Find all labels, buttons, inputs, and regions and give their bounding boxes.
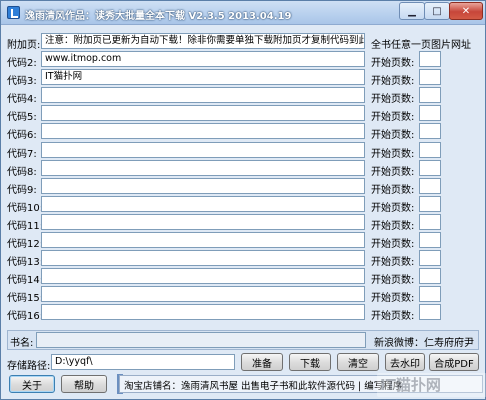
start-page-label: 开始页数: xyxy=(371,94,415,105)
start-page-label: 开始页数: xyxy=(371,185,415,196)
code-label: 代码14: xyxy=(7,275,44,286)
code-label: 代码3: xyxy=(7,76,37,87)
start-page-input[interactable] xyxy=(419,304,441,320)
book-name-input[interactable] xyxy=(36,332,366,348)
code-input[interactable] xyxy=(41,232,365,248)
start-page-label: 开始页数: xyxy=(371,221,415,232)
code-input[interactable] xyxy=(41,105,365,121)
attach-input[interactable]: 注意：附加页已更新为自动下载！除非你需要单独下载附加页才复制代码到此 xyxy=(41,33,365,49)
weibo-text: 新浪微博：仁寿府府尹 xyxy=(374,338,474,349)
maximize-icon: □ xyxy=(432,5,442,17)
code-input[interactable] xyxy=(41,178,365,194)
start-page-label: 开始页数: xyxy=(371,275,415,286)
code-label: 代码2: xyxy=(7,58,37,69)
image-url-header: 全书任意一页图片网址 xyxy=(371,40,471,51)
close-icon: ✕ xyxy=(461,5,471,17)
start-page-label: 开始页数: xyxy=(371,257,415,268)
code-input[interactable] xyxy=(41,286,365,302)
start-page-input[interactable] xyxy=(419,123,441,139)
code-label: 代码15: xyxy=(7,293,44,304)
code-label: 代码9: xyxy=(7,185,37,196)
code-input[interactable] xyxy=(41,304,365,320)
attach-label: 附加页: xyxy=(7,40,41,51)
app-icon xyxy=(7,6,20,19)
code-label: 代码5: xyxy=(7,112,37,123)
start-page-input[interactable] xyxy=(419,87,441,103)
start-page-input[interactable] xyxy=(419,196,441,212)
start-page-label: 开始页数: xyxy=(371,203,415,214)
code-input[interactable] xyxy=(41,268,365,284)
prepare-button[interactable]: 准备 xyxy=(241,353,283,371)
code-label: 代码13: xyxy=(7,257,44,268)
title-bar[interactable]: 逸雨清风作品：读秀大批量全本下载 V2.3.5 2013.04.19 ▁ □ ✕ xyxy=(1,1,485,25)
save-path-label: 存储路径: xyxy=(7,361,51,372)
code-input[interactable] xyxy=(41,87,365,103)
code-input[interactable]: www.itmop.com xyxy=(41,51,365,67)
download-button[interactable]: 下载 xyxy=(289,353,331,371)
start-page-input[interactable] xyxy=(419,142,441,158)
start-page-input[interactable] xyxy=(419,105,441,121)
remove-watermark-button[interactable]: 去水印 xyxy=(385,353,425,371)
code-label: 代码11: xyxy=(7,221,44,232)
start-page-input[interactable] xyxy=(419,214,441,230)
start-page-label: 开始页数: xyxy=(371,293,415,304)
minimize-button[interactable]: ▁ xyxy=(399,2,425,20)
help-button[interactable]: 帮助 xyxy=(61,375,107,393)
code-input[interactable] xyxy=(41,196,365,212)
window-title: 逸雨清风作品：读秀大批量全本下载 V2.3.5 2013.04.19 xyxy=(25,11,292,22)
app-window: 逸雨清风作品：读秀大批量全本下载 V2.3.5 2013.04.19 ▁ □ ✕… xyxy=(0,0,486,400)
code-input[interactable]: IT猫扑网 xyxy=(41,69,365,85)
start-page-input[interactable] xyxy=(419,232,441,248)
start-page-label: 开始页数: xyxy=(371,112,415,123)
about-button[interactable]: 关于 xyxy=(9,375,55,393)
watermark-logo: IT猫扑网 xyxy=(377,373,486,397)
code-input[interactable] xyxy=(41,250,365,266)
save-path-input[interactable]: D:\yyqf\ xyxy=(51,354,235,370)
start-page-label: 开始页数: xyxy=(371,58,415,69)
code-label: 代码16: xyxy=(7,311,44,322)
merge-pdf-button[interactable]: 合成PDF xyxy=(429,353,479,371)
code-label: 代码4: xyxy=(7,94,37,105)
start-page-input[interactable] xyxy=(419,69,441,85)
start-page-label: 开始页数: xyxy=(371,130,415,141)
start-page-label: 开始页数: xyxy=(371,167,415,178)
start-page-input[interactable] xyxy=(419,160,441,176)
code-label: 代码7: xyxy=(7,149,37,160)
start-page-input[interactable] xyxy=(419,286,441,302)
code-label: 代码8: xyxy=(7,167,37,178)
code-input[interactable] xyxy=(41,123,365,139)
code-input[interactable] xyxy=(41,142,365,158)
start-page-label: 开始页数: xyxy=(371,76,415,87)
start-page-label: 开始页数: xyxy=(371,149,415,160)
code-label: 代码6: xyxy=(7,130,37,141)
status-text: 淘宝店铺名：逸雨清风书屋 出售电子书和此软件源代码 | 编写程序 xyxy=(124,381,403,392)
minimize-icon: ▁ xyxy=(408,5,416,17)
close-button[interactable]: ✕ xyxy=(449,2,483,20)
start-page-input[interactable] xyxy=(419,268,441,284)
clear-button[interactable]: 清空 xyxy=(337,353,379,371)
start-page-label: 开始页数: xyxy=(371,311,415,322)
start-page-input[interactable] xyxy=(419,178,441,194)
start-page-label: 开始页数: xyxy=(371,239,415,250)
start-page-input[interactable] xyxy=(419,250,441,266)
book-label: 书名: xyxy=(10,338,34,349)
maximize-button[interactable]: □ xyxy=(424,2,450,20)
code-input[interactable] xyxy=(41,160,365,176)
code-input[interactable] xyxy=(41,214,365,230)
code-label: 代码10: xyxy=(7,203,44,214)
start-page-input[interactable] xyxy=(419,51,441,67)
code-label: 代码12: xyxy=(7,239,44,250)
book-name-bar: 书名: 新浪微博：仁寿府府尹 xyxy=(7,330,479,350)
